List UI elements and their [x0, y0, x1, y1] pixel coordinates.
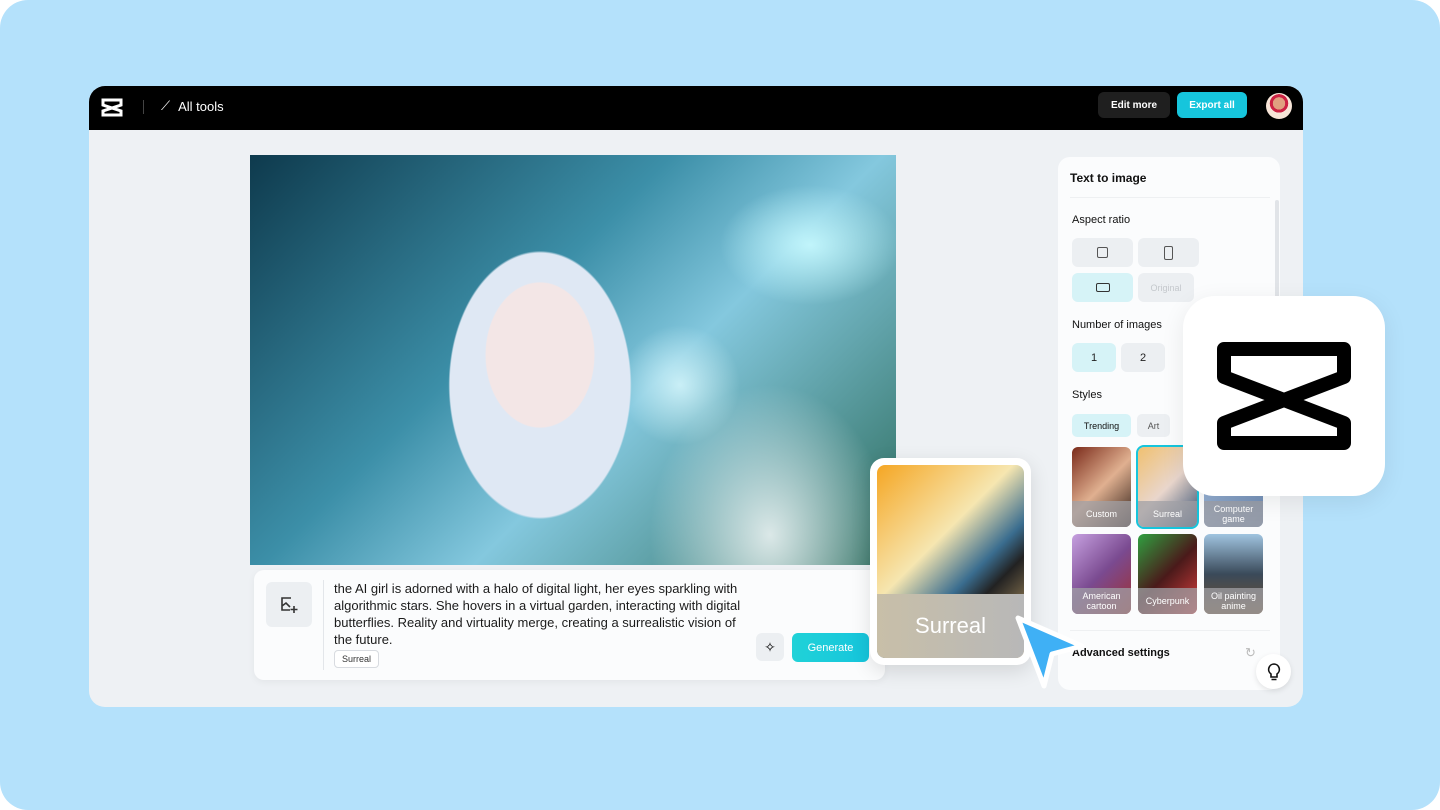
all-tools-button[interactable]: ⟋ All tools [161, 98, 224, 114]
style-card-label: Cyberpunk [1138, 588, 1197, 614]
capcut-logo-icon[interactable] [101, 97, 123, 117]
export-all-button[interactable]: Export all [1177, 92, 1247, 118]
tab-trending[interactable]: Trending [1072, 414, 1131, 437]
divider [143, 100, 144, 114]
add-image-icon [281, 596, 298, 613]
number-of-images-label: Number of images [1072, 319, 1162, 331]
cursor-arrow-icon [1015, 615, 1085, 689]
style-card-label: Custom [1072, 501, 1131, 527]
all-tools-label: All tools [178, 98, 224, 114]
edit-more-button[interactable]: Edit more [1098, 92, 1170, 118]
style-preview-label: Surreal [877, 594, 1024, 658]
top-bar: ⟋ All tools Edit more Export all [89, 86, 1303, 130]
sparkle-icon: ✧ [764, 638, 776, 655]
style-card-label: Oil painting anime [1204, 588, 1263, 614]
style-card-cyberpunk[interactable]: Cyberpunk [1138, 534, 1197, 614]
prompt-box: the AI girl is adorned with a halo of di… [254, 570, 885, 680]
divider [1070, 197, 1270, 198]
divider [323, 580, 324, 670]
style-tag[interactable]: Surreal [334, 650, 380, 668]
style-preview-image: Surreal [877, 465, 1024, 658]
lightbulb-icon [1267, 662, 1280, 680]
aspect-ratio-label: Aspect ratio [1072, 214, 1131, 226]
style-card-oil-painting-anime[interactable]: Oil painting anime [1204, 534, 1263, 614]
style-card-label: American cartoon [1072, 588, 1131, 614]
aspect-landscape-button[interactable] [1072, 273, 1133, 302]
panel-title: Text to image [1070, 171, 1147, 185]
style-card-label: Computer game [1204, 501, 1263, 527]
enhance-prompt-button[interactable]: ✧ [756, 633, 784, 661]
generate-button[interactable]: Generate [792, 633, 869, 662]
tips-button[interactable] [1256, 654, 1291, 689]
count-1-button[interactable]: 1 [1072, 343, 1116, 372]
tab-art[interactable]: Art [1137, 414, 1170, 437]
styles-label: Styles [1072, 389, 1102, 401]
magic-wand-icon: ⟋ [161, 98, 171, 113]
aspect-square-button[interactable] [1072, 238, 1133, 267]
portrait-icon [1164, 245, 1173, 260]
style-preview-card: Surreal [870, 458, 1031, 665]
square-icon [1097, 247, 1108, 258]
reset-icon[interactable]: ↻ [1245, 645, 1256, 661]
count-2-button[interactable]: 2 [1121, 343, 1165, 372]
divider [1070, 630, 1270, 631]
style-card-custom[interactable]: Custom [1072, 447, 1131, 527]
style-card-label: Surreal [1138, 501, 1197, 527]
capcut-logo-tile [1183, 296, 1385, 496]
style-card-american-cartoon[interactable]: American cartoon [1072, 534, 1131, 614]
landscape-icon [1095, 283, 1110, 292]
avatar[interactable] [1266, 93, 1292, 119]
aspect-portrait-button[interactable] [1138, 238, 1199, 267]
prompt-input[interactable]: the AI girl is adorned with a halo of di… [334, 580, 754, 648]
add-image-button[interactable] [266, 582, 312, 627]
capcut-logo-icon [1217, 342, 1351, 450]
aspect-original-button[interactable]: Original [1138, 273, 1194, 302]
generated-image [250, 155, 896, 565]
